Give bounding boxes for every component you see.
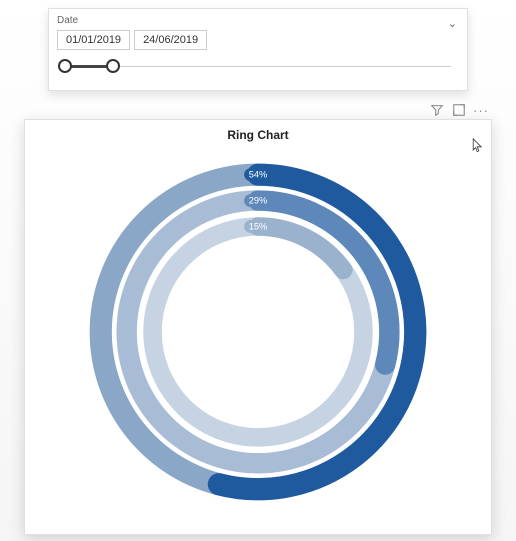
date-start-input[interactable]: 01/01/2019 [57, 30, 130, 50]
chevron-down-icon[interactable]: ⌄ [448, 17, 457, 30]
chart-area: 54% 29% 15% [35, 146, 481, 516]
slider-handle-end[interactable] [106, 59, 120, 73]
date-filter-panel: Date ⌄ 01/01/2019 24/06/2019 [48, 8, 468, 91]
date-slider[interactable] [57, 56, 459, 76]
ring-label-text: 15% [249, 221, 268, 231]
cursor-icon [471, 138, 485, 154]
ring-chart-panel: Ring Chart 54% 29% 15% [24, 119, 492, 535]
filter-icon[interactable] [430, 103, 444, 117]
slider-handle-start[interactable] [58, 59, 72, 73]
chart-title: Ring Chart [35, 128, 481, 142]
ring-label-text: 54% [249, 170, 268, 180]
ring-chart-svg: 54% 29% 15% [73, 146, 443, 516]
focus-mode-icon[interactable] [452, 103, 466, 117]
chart-toolbar: ··· [24, 103, 488, 117]
date-filter-label: Date [57, 15, 459, 26]
more-options-icon[interactable]: ··· [474, 103, 488, 117]
ring-label-text: 29% [249, 195, 268, 205]
date-range-inputs: 01/01/2019 24/06/2019 [57, 30, 459, 50]
slider-track-line [65, 66, 451, 67]
date-end-input[interactable]: 24/06/2019 [134, 30, 207, 50]
